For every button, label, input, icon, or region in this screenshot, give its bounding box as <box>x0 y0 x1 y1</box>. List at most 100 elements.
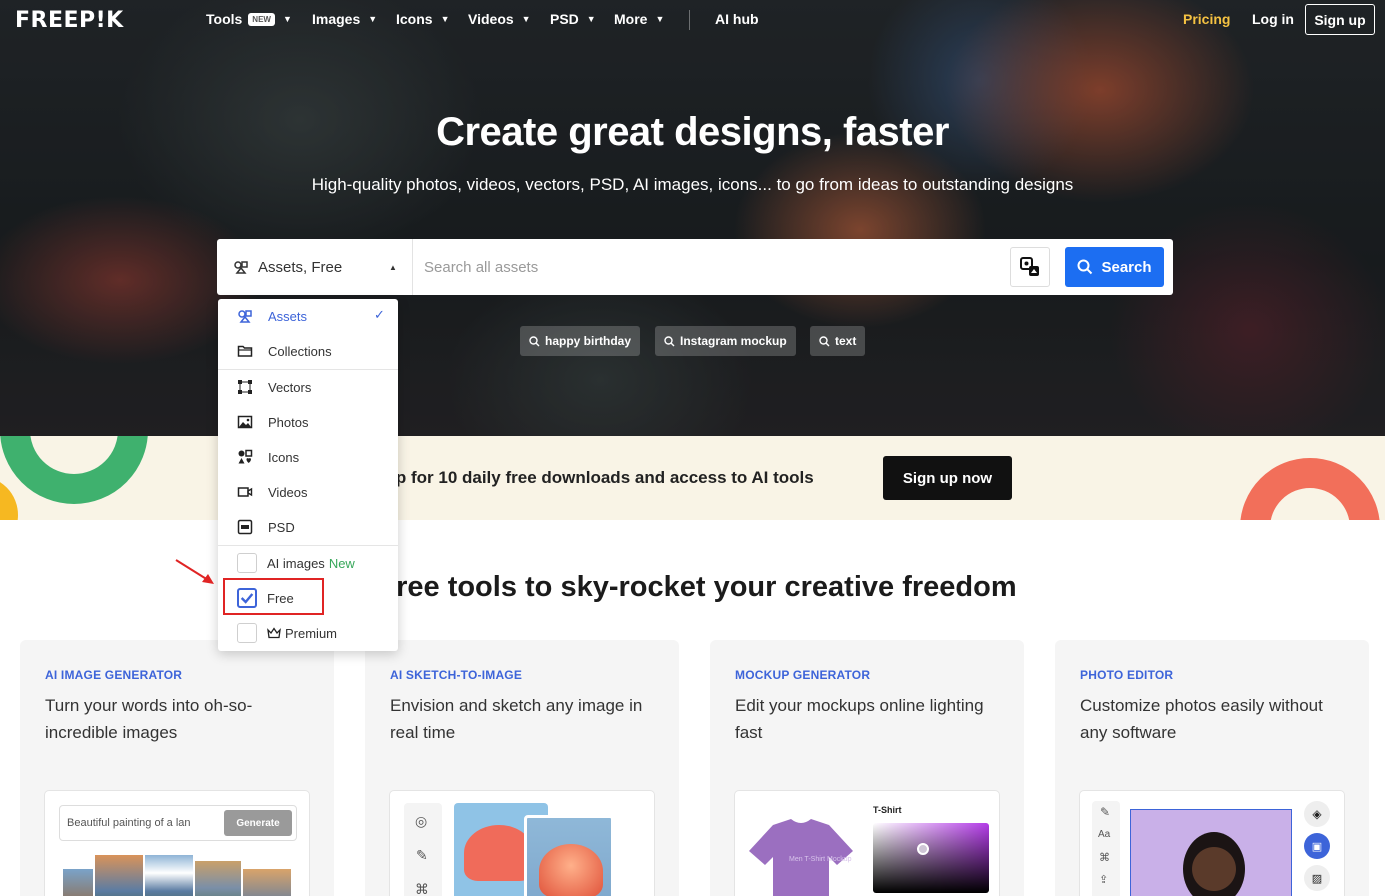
green-ring-shape <box>0 436 148 504</box>
nav-videos[interactable]: Videos ▼ <box>468 11 531 27</box>
generated-image-thumb <box>95 855 143 896</box>
generated-image-thumb <box>243 869 291 896</box>
lasso-icon: ◎ <box>415 813 428 829</box>
asset-type-select[interactable]: Assets, Free ▲ <box>217 239 413 295</box>
dropdown-item-videos[interactable]: Videos <box>218 475 398 509</box>
premium-checkbox[interactable] <box>237 623 257 643</box>
search-bar: Assets, Free ▲ Search <box>217 239 1173 295</box>
dropdown-item-label: Collections <box>268 343 332 359</box>
nav-icons[interactable]: Icons ▼ <box>396 11 450 27</box>
check-icon: ✓ <box>374 307 385 322</box>
image-search-icon <box>1020 257 1039 276</box>
highlight-box <box>223 578 324 615</box>
nav-psd[interactable]: PSD ▼ <box>550 11 596 27</box>
red-arrow-icon <box>175 559 214 584</box>
assets-icon <box>238 310 252 323</box>
new-badge: NEW <box>248 12 275 26</box>
color-picker-handle <box>917 843 929 855</box>
jellyfish-render <box>539 844 603 896</box>
vector-icon <box>238 380 252 394</box>
color-picker <box>873 823 989 893</box>
dropdown-item-assets[interactable]: Assets ✓ <box>218 299 398 333</box>
nav-images[interactable]: Images ▼ <box>312 11 377 27</box>
crown-icon <box>267 627 281 639</box>
nav-tools[interactable]: Tools NEW ▼ <box>206 11 292 27</box>
rendered-image <box>524 815 614 896</box>
shapes-icon: ⌘ <box>1099 852 1110 864</box>
coral-ring-shape <box>1240 458 1380 520</box>
icons-icon <box>238 449 253 464</box>
card-description: Edit your mockups online lighting fast <box>735 696 984 742</box>
suggestion-label: Instagram mockup <box>680 334 787 348</box>
nav-more-label: More <box>614 11 648 27</box>
search-icon <box>529 335 540 346</box>
filter-ai-images[interactable]: AI images New <box>218 546 398 580</box>
login-link[interactable]: Log in <box>1252 11 1294 27</box>
dropdown-item-photos[interactable]: Photos <box>218 405 398 439</box>
nav-tools-label: Tools <box>206 11 243 27</box>
shapes-icon: ⌘ <box>415 881 429 896</box>
editor-toolbar: ✎ Aa ⌘ ⇪ <box>1092 801 1120 896</box>
filter-label: AI images <box>267 555 325 571</box>
tool-card-mockup[interactable]: MOCKUP GENERATOR Edit your mockups onlin… <box>710 640 1024 896</box>
tshirt-mockup: Men T-Shirt Mockup <box>749 819 853 896</box>
dropdown-item-vectors[interactable]: Vectors <box>218 370 398 404</box>
tshirt-text: Men T-Shirt Mockup <box>789 856 852 863</box>
ai-images-checkbox[interactable] <box>237 553 257 573</box>
signup-now-button[interactable]: Sign up now <box>883 456 1012 500</box>
freepik-logo[interactable]: FREEP!K <box>15 8 124 33</box>
photo-icon <box>237 415 253 429</box>
dropdown-item-icons[interactable]: Icons <box>218 440 398 474</box>
nav-psd-label: PSD <box>550 11 579 27</box>
psd-icon <box>237 519 253 535</box>
nav-icons-label: Icons <box>396 11 433 27</box>
chevron-down-icon: ▼ <box>282 14 292 24</box>
generate-button-preview: Generate <box>224 810 292 836</box>
layers-icon: ◈ <box>1304 801 1330 827</box>
pricing-link[interactable]: Pricing <box>1183 11 1230 27</box>
banner-text: gn up for 10 daily free downloads and ac… <box>360 468 814 487</box>
yellow-ring-shape <box>0 476 18 520</box>
tool-card-sketch[interactable]: AI SKETCH-TO-IMAGE Envision and sketch a… <box>365 640 679 896</box>
signup-button[interactable]: Sign up <box>1305 4 1375 35</box>
suggestion-chip[interactable]: text <box>810 326 866 356</box>
search-input[interactable] <box>414 239 1004 295</box>
search-button[interactable]: Search <box>1065 247 1164 287</box>
suggestion-label: text <box>835 334 857 348</box>
prompt-input-preview: Beautiful painting of a lan Generate <box>59 805 297 841</box>
asset-select-value: Assets, Free <box>258 258 343 276</box>
image-icon: ▣ <box>1304 833 1330 859</box>
upload-icon: ⇪ <box>1099 874 1109 886</box>
suggestion-chip[interactable]: Instagram mockup <box>655 326 796 356</box>
suggestion-chip[interactable]: happy birthday <box>520 326 641 356</box>
filter-premium[interactable]: Premium <box>218 616 398 650</box>
dropdown-item-psd[interactable]: PSD <box>218 510 398 544</box>
assets-icon <box>234 261 248 274</box>
search-icon <box>1077 259 1093 275</box>
nav-divider <box>689 10 690 30</box>
generated-image-thumb <box>145 855 193 896</box>
nav-images-label: Images <box>312 11 361 27</box>
chevron-down-icon: ▼ <box>368 14 378 24</box>
tool-card-photo-editor[interactable]: PHOTO EDITOR Customize photos easily wit… <box>1055 640 1369 896</box>
folder-icon <box>237 345 253 357</box>
chevron-down-icon: ▼ <box>655 14 665 24</box>
search-button-label: Search <box>1101 258 1152 276</box>
new-tag: New <box>328 555 355 571</box>
dropdown-item-label: Assets <box>268 308 308 324</box>
search-icon <box>819 335 830 346</box>
nav-videos-label: Videos <box>468 11 514 27</box>
texture-icon: ▨ <box>1304 865 1330 891</box>
tshirt-label: T-Shirt <box>873 805 902 815</box>
pencil-icon: ✎ <box>1100 805 1111 819</box>
brush-icon: ✎ <box>416 847 428 863</box>
nav-more[interactable]: More ▼ <box>614 11 664 27</box>
nav-ai-hub[interactable]: AI hub <box>715 11 759 27</box>
image-search-button[interactable] <box>1010 247 1050 287</box>
chevron-down-icon: ▼ <box>440 14 450 24</box>
dropdown-item-collections[interactable]: Collections <box>218 334 398 368</box>
chevron-down-icon: ▼ <box>586 14 596 24</box>
dropdown-item-label: Icons <box>268 449 300 465</box>
sketch-toolbar: ◎ ✎ ⌘ <box>404 803 442 896</box>
tool-card-ai-image[interactable]: AI IMAGE GENERATOR Turn your words into … <box>20 640 334 896</box>
